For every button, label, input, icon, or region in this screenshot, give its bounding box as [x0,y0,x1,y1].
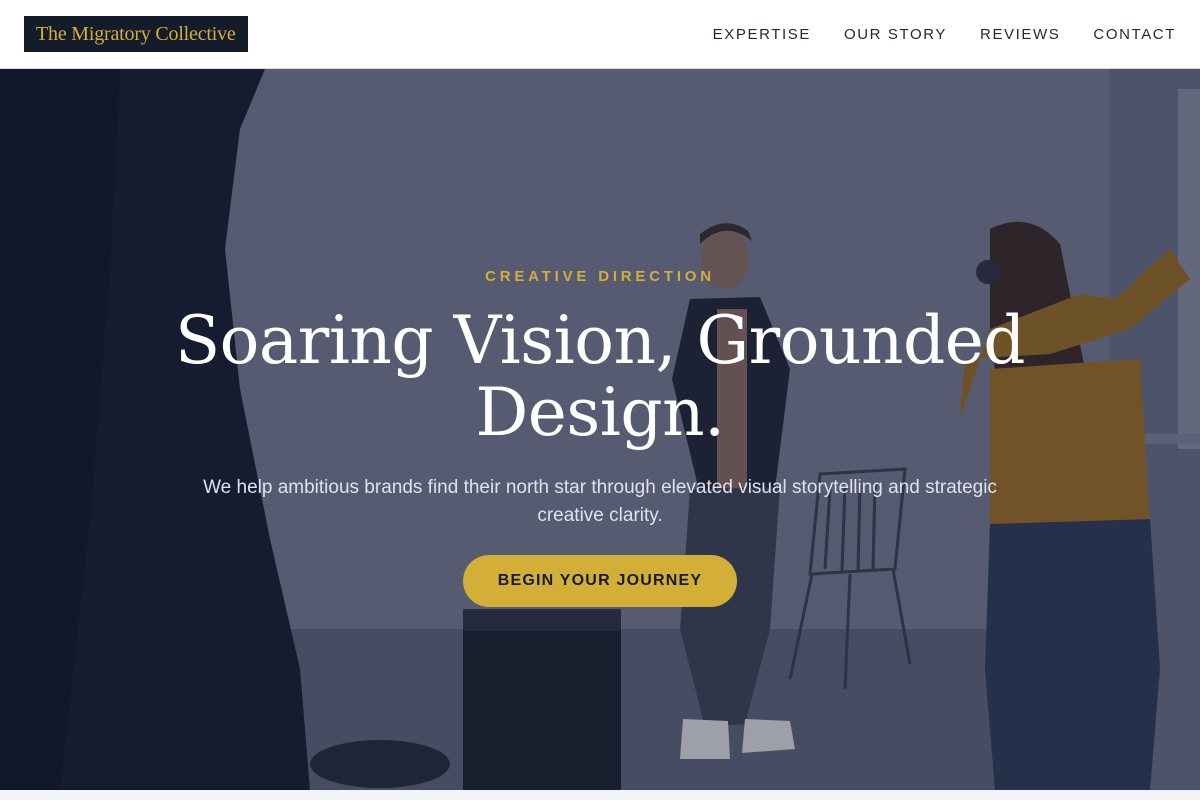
nav-link-contact[interactable]: CONTACT [1093,26,1176,43]
site-header: The Migratory Collective EXPERTISE OUR S… [0,0,1200,69]
main-nav: EXPERTISE OUR STORY REVIEWS CONTACT [713,26,1176,43]
hero-eyebrow: CREATIVE DIRECTION [485,268,715,285]
hero-subtext: We help ambitious brands find their nort… [203,477,997,526]
hero-headline: Soaring Vision, Grounded Design. [174,302,1026,451]
brand-logo[interactable]: The Migratory Collective [24,16,248,52]
next-section-edge [0,790,1200,800]
hero-section: CREATIVE DIRECTION Soaring Vision, Groun… [0,69,1200,790]
nav-link-expertise[interactable]: EXPERTISE [713,26,811,43]
begin-journey-button[interactable]: BEGIN YOUR JOURNEY [463,555,737,607]
nav-link-reviews[interactable]: REVIEWS [980,26,1060,43]
nav-link-our-story[interactable]: OUR STORY [844,26,947,43]
